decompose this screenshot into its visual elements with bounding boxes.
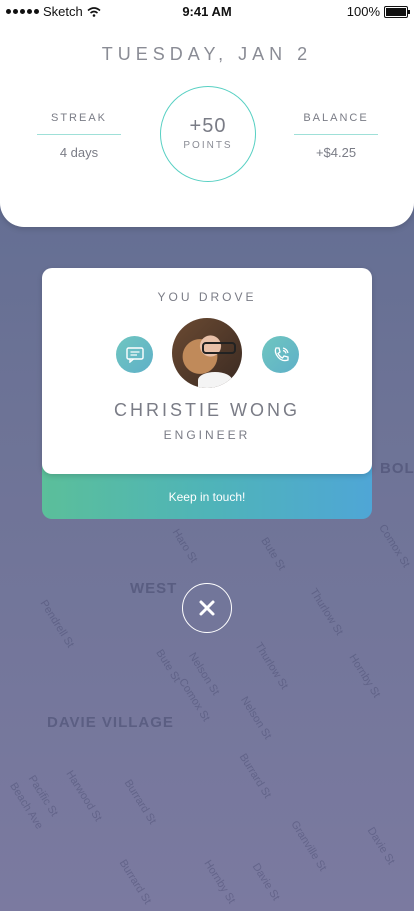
map-street-label: Nelson St [238, 694, 274, 742]
map-street-label: Granville St [288, 818, 329, 874]
streak-stat: STREAK 4 days [37, 112, 121, 160]
points-value: +50 [189, 115, 227, 137]
points-badge: +50 POINTS [160, 86, 256, 182]
map-street-label: Burrard St [236, 751, 274, 801]
battery-icon [384, 5, 410, 18]
map-street-label: Burrard St [121, 777, 159, 827]
divider [37, 134, 121, 135]
map-street-label: Bute St [258, 535, 288, 573]
map-street-label: Harwood St [63, 768, 105, 824]
call-button[interactable] [262, 336, 299, 373]
map-district-west: WEST [130, 580, 178, 597]
streak-value: 4 days [59, 145, 99, 160]
map-street-label: Pendrell St [37, 598, 77, 650]
map-street-label: Davie St [249, 861, 282, 903]
status-right: 100% [346, 4, 410, 19]
balance-title: BALANCE [303, 112, 369, 124]
message-button[interactable] [116, 336, 153, 373]
balance-value: +$4.25 [315, 145, 357, 160]
battery-percent: 100% [346, 4, 380, 19]
phone-icon [274, 346, 289, 361]
keep-in-touch-label: Keep in touch! [168, 490, 246, 504]
map-street-label: Haro St [169, 527, 200, 565]
avatar [172, 318, 242, 388]
balance-stat: BALANCE +$4.25 [294, 112, 378, 160]
card-title: YOU DROVE [157, 290, 257, 304]
divider [294, 134, 378, 135]
driver-role: ENGINEER [163, 428, 251, 442]
streak-title: STREAK [50, 112, 107, 124]
summary-header: Sketch 9:41 AM 100% TUESDAY, JAN 2 STREA… [0, 0, 414, 227]
map-street-label: Thurlow St [307, 586, 346, 638]
driver-name: CHRISTIE WONG [114, 400, 300, 420]
map-street-label: Comox St [376, 522, 413, 570]
points-label: POINTS [183, 140, 233, 151]
avatar-collar [198, 372, 232, 388]
map-district-bol: BOL [380, 460, 414, 477]
close-icon [199, 600, 215, 616]
status-bar: Sketch 9:41 AM 100% [0, 0, 414, 22]
map-street-label: Davie St [364, 825, 397, 867]
map-street-label: Bute St [153, 647, 183, 685]
message-icon [125, 346, 144, 363]
close-button[interactable] [182, 583, 232, 633]
map-street-label: Thurlow St [252, 640, 291, 692]
battery-level [386, 7, 406, 16]
map-street-label: Hornby St [346, 652, 383, 700]
page-date: TUESDAY, JAN 2 [101, 44, 313, 64]
driver-card: YOU DROVE CHRISTIE WONG ENGINEER [42, 268, 372, 474]
map-street-label: Burrard St [116, 857, 154, 907]
map-street-label: Hornby St [201, 858, 238, 906]
avatar-glasses [202, 342, 236, 354]
map-district-davie-village: DAVIE VILLAGE [47, 714, 174, 731]
